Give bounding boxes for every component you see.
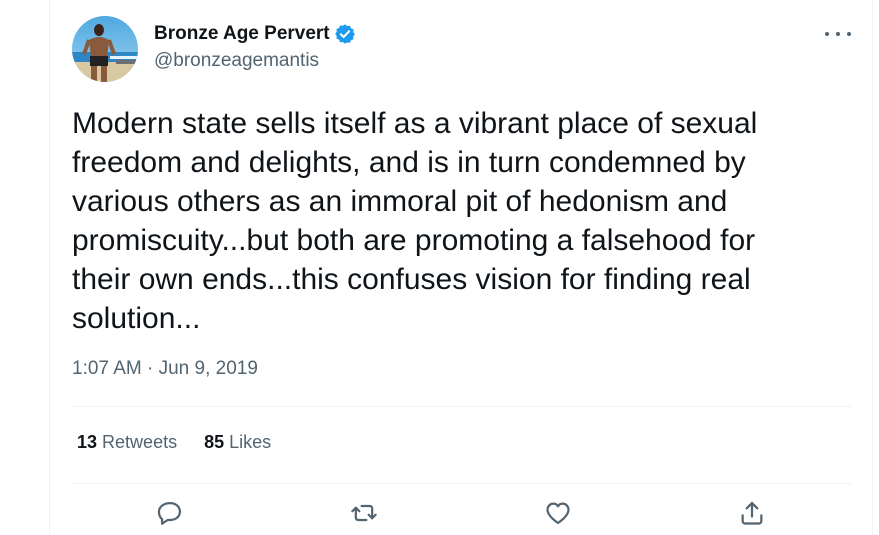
tweet-text-line: promiscuity...but both are promoting a f… — [72, 224, 756, 257]
retweets-stat[interactable]: 13 Retweets — [77, 432, 177, 453]
more-options-icon[interactable] — [825, 24, 851, 44]
author-handle[interactable]: @bronzeagemantis — [154, 50, 319, 72]
likes-stat[interactable]: 85 Likes — [204, 432, 271, 453]
like-icon — [546, 502, 570, 525]
frame-border-right — [872, 0, 873, 535]
tweet-stats: 13 Retweets 85 Likes — [77, 432, 298, 453]
retweets-label: Retweets — [102, 432, 178, 452]
divider — [72, 406, 851, 407]
tweet-text-line: various others as an immoral pit of hedo… — [72, 185, 728, 218]
tweet-timestamp[interactable]: 1:07 AM · Jun 9, 2019 — [72, 358, 258, 380]
tweet-page: Bronze Age Pervert @bronzeagemantis Mode… — [0, 0, 879, 535]
tweet-text-line: their own ends...this confuses vision fo… — [72, 263, 751, 296]
tweet-text-line: Modern state sells itself as a vibrant p… — [72, 107, 758, 140]
like-button[interactable] — [542, 497, 574, 529]
author-name-row[interactable]: Bronze Age Pervert — [154, 22, 356, 46]
reply-button[interactable] — [154, 497, 186, 529]
frame-border-left — [49, 0, 50, 535]
tweet-text: Modern state sells itself as a vibrant p… — [72, 104, 862, 338]
retweet-button[interactable] — [348, 497, 380, 529]
verified-badge-icon — [334, 23, 356, 45]
tweet-text-line: solution... — [72, 302, 201, 335]
likes-count: 85 — [204, 432, 225, 452]
avatar[interactable] — [72, 16, 138, 82]
reply-icon — [157, 501, 182, 525]
divider — [72, 483, 851, 484]
share-button[interactable] — [736, 497, 768, 529]
author-display-name[interactable]: Bronze Age Pervert — [154, 23, 330, 45]
share-icon — [741, 501, 763, 525]
retweet-icon — [351, 504, 377, 522]
tweet-text-line: freedom and delights, and is in turn con… — [72, 146, 746, 179]
retweets-count: 13 — [77, 432, 98, 452]
likes-label: Likes — [229, 432, 272, 452]
